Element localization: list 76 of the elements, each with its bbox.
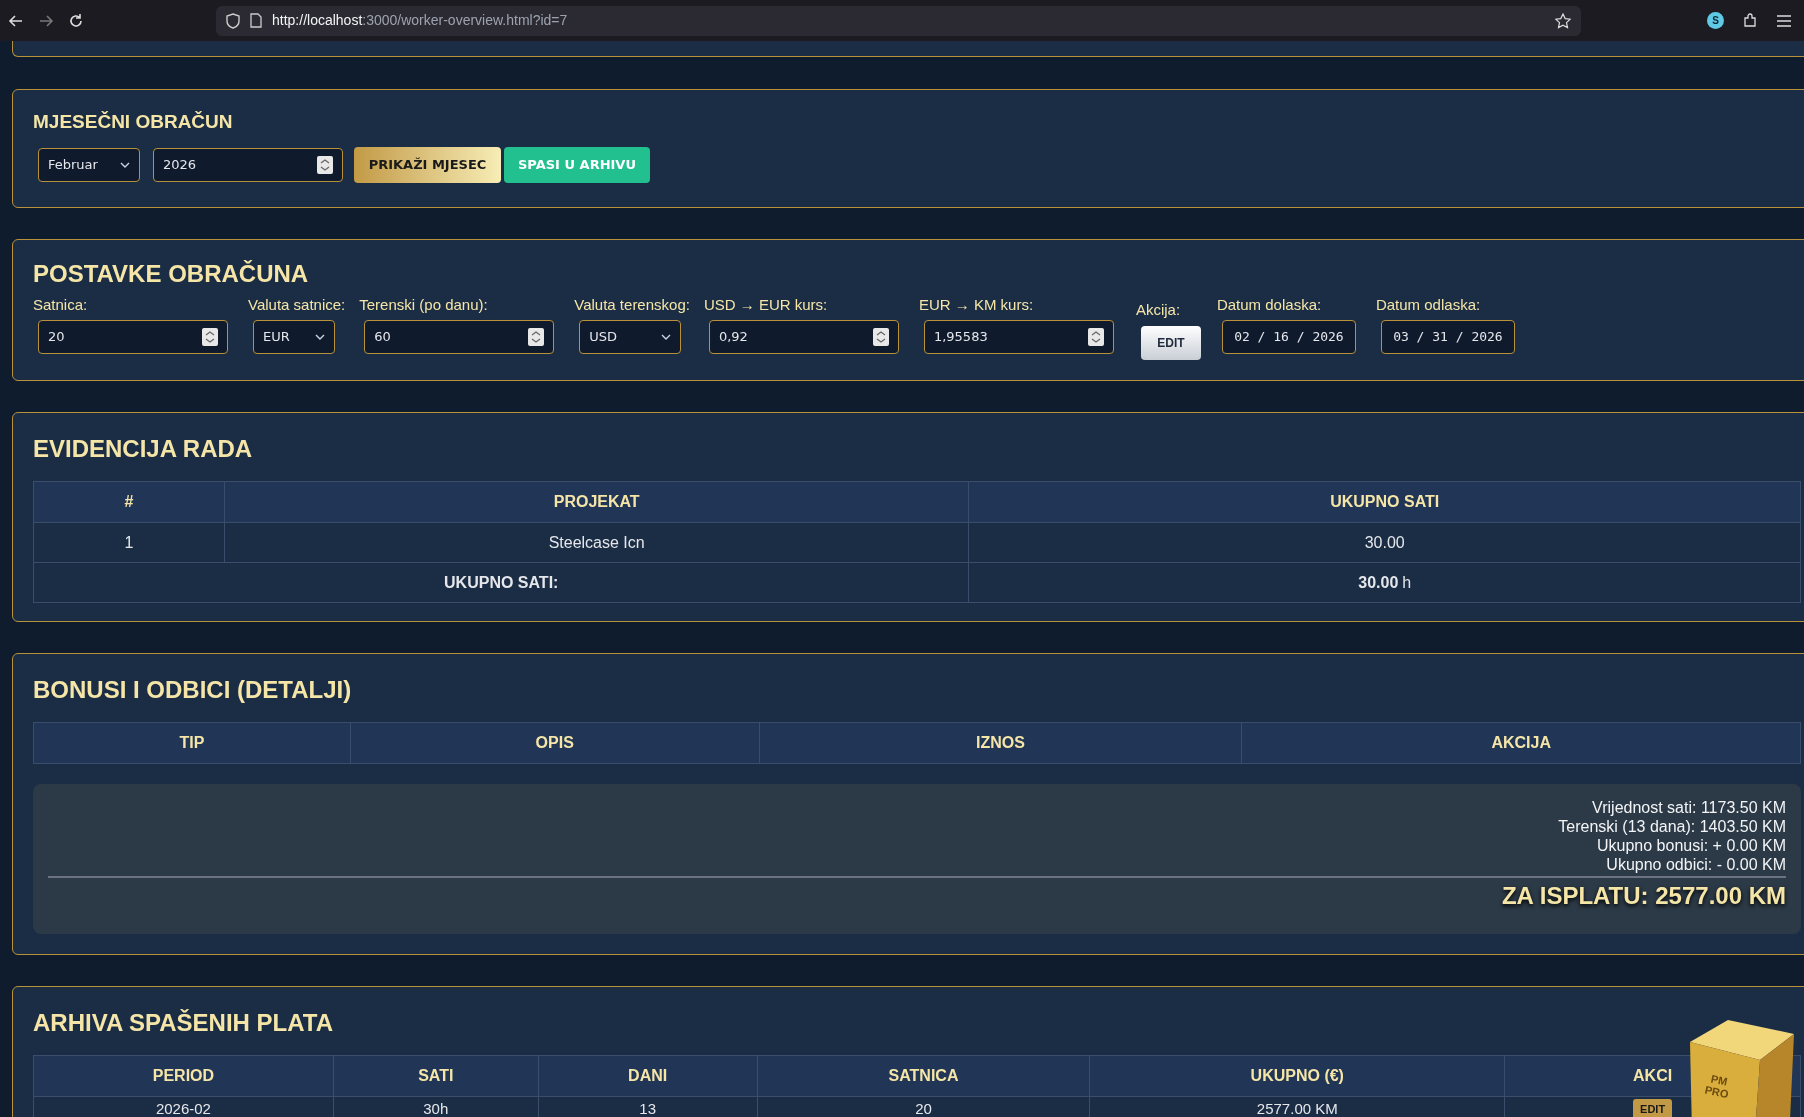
month-select[interactable]: Februar <box>38 147 140 182</box>
column-header: SATI <box>418 1066 454 1086</box>
caret-icon <box>120 161 130 168</box>
column-header: UKUPNO (€) <box>1250 1066 1344 1086</box>
column-header: UKUPNO SATI <box>1330 492 1440 512</box>
back-icon[interactable] <box>8 12 24 29</box>
field-label: USD → EUR kurs: <box>703 294 829 315</box>
column-header: TIP <box>179 733 205 753</box>
section-title: ARHIVA SPAŠENIH PLATA <box>33 1008 334 1038</box>
table-cell: 13 <box>538 1097 758 1117</box>
column-header: PERIOD <box>152 1066 215 1086</box>
number-field[interactable]: 1,95583 <box>923 320 1114 354</box>
shield-icon <box>226 12 240 29</box>
column-header: SATNICA <box>888 1066 959 1086</box>
show-month-button[interactable]: PRIKAŽI MJESEC <box>354 146 501 183</box>
summary-line: Vrijednost sati: 1173.50 KM <box>1592 798 1786 817</box>
caret-icon <box>661 334 672 340</box>
section-title: MJESEČNI OBRAČUN <box>33 110 234 134</box>
select-field[interactable]: EUR <box>253 320 335 354</box>
total-label: UKUPNO SATI: <box>34 563 970 602</box>
field-label: Akcija: <box>1135 299 1182 320</box>
column-header: DANI <box>628 1066 668 1086</box>
table-cell: Steelcase Icn <box>224 523 970 562</box>
summary-line: Terenski (13 dana): 1403.50 KM <box>1558 817 1786 836</box>
field-label: Valuta terenskog: <box>574 294 690 315</box>
logo-text: PM <box>1709 1072 1729 1088</box>
page-icon <box>250 13 262 28</box>
number-field[interactable]: 0,92 <box>708 320 899 354</box>
field-label: Terenski (po danu): <box>359 294 489 315</box>
spinner-icon <box>317 155 333 174</box>
column-header: AKCIJA <box>1491 733 1551 753</box>
date-field[interactable]: 02 / 16 / 2026 <box>1221 320 1356 354</box>
forward-icon[interactable] <box>38 12 54 29</box>
field-label: Satnica: <box>33 294 89 315</box>
table-cell: 2577.00 KM <box>1090 1097 1506 1117</box>
column-header: # <box>124 492 134 512</box>
edit-button[interactable]: EDIT <box>1633 1099 1673 1117</box>
column-header: OPIS <box>535 733 574 753</box>
total-unit: h <box>1402 572 1412 593</box>
section-title: EVIDENCIJA RADA <box>33 434 254 464</box>
total-value: 30.00 <box>1358 572 1399 593</box>
spinner-icon <box>872 328 889 346</box>
table-cell: 2026-02 <box>34 1097 334 1117</box>
url-text: http://localhost:3000/worker-overview.html?id=7 <box>272 11 568 30</box>
edit-button[interactable]: EDIT <box>1140 326 1201 360</box>
spinner-icon <box>528 328 545 346</box>
star-icon[interactable] <box>1555 12 1571 29</box>
address-bar[interactable]: http://localhost:3000/worker-overview.html?id=7 <box>216 5 1581 36</box>
profile-avatar[interactable]: S <box>1707 12 1724 29</box>
spinner-icon <box>202 328 218 346</box>
summary-line: Ukupno odbici: - 0.00 KM <box>1606 855 1786 874</box>
year-field[interactable]: 2026 <box>153 147 343 182</box>
field-label: Datum odlaska: <box>1375 294 1482 315</box>
field-label: EUR → KM kurs: <box>918 294 1035 315</box>
field-label: Datum dolaska: <box>1216 294 1323 315</box>
menu-icon[interactable] <box>1776 13 1792 28</box>
extensions-icon[interactable] <box>1742 12 1758 29</box>
table-cell-text: 30.00 <box>1363 532 1406 553</box>
field-label: Valuta satnice: <box>248 294 346 315</box>
section-title: POSTAVKE OBRAČUNA <box>33 258 310 289</box>
payout-total: ZA ISPLATU: 2577.00 KM <box>1501 881 1786 911</box>
number-field[interactable]: 60 <box>364 320 555 354</box>
date-field[interactable]: 03 / 31 / 2026 <box>1380 320 1515 354</box>
select-field[interactable]: USD <box>579 320 682 354</box>
caret-icon <box>315 334 325 340</box>
column-header: PROJEKAT <box>553 492 640 512</box>
table-cell: 30h <box>333 1097 539 1117</box>
spinner-icon <box>1087 328 1104 346</box>
section-title: BONUSI I ODBICI (DETALJI) <box>33 675 353 705</box>
table-cell: 1 <box>34 523 225 562</box>
column-header: IZNOS <box>976 733 1025 753</box>
reload-icon[interactable] <box>68 12 84 29</box>
column-header: AKCI <box>1633 1066 1673 1086</box>
number-field[interactable]: 20 <box>38 320 228 354</box>
table-cell: 20 <box>757 1097 1091 1117</box>
summary-line: Ukupno bonusi: + 0.00 KM <box>1597 836 1786 855</box>
